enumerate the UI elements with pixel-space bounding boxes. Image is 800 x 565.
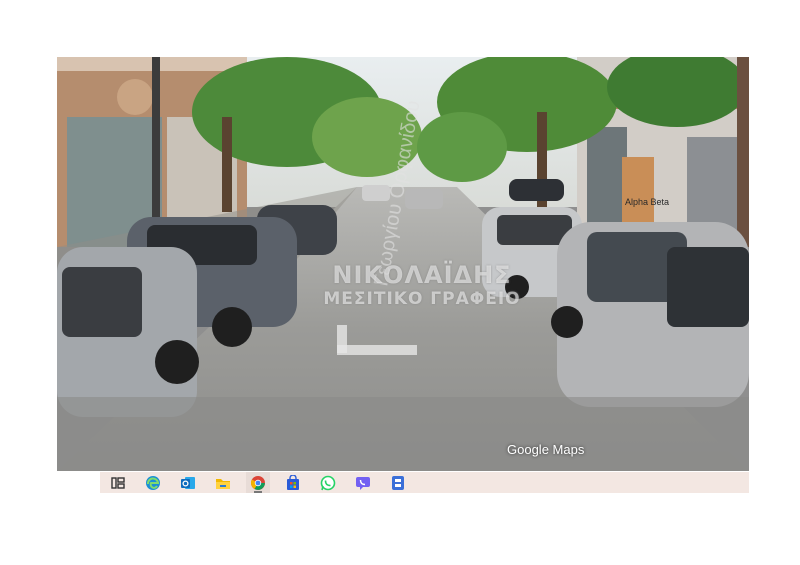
viber-icon <box>356 476 370 490</box>
outlook-button[interactable] <box>176 472 200 493</box>
viber-button[interactable] <box>351 472 375 493</box>
taskbar <box>100 472 749 493</box>
file-explorer-button[interactable] <box>211 472 235 493</box>
shop-sign: Alpha Beta <box>625 197 669 207</box>
app-icon <box>392 475 404 490</box>
edge-button[interactable] <box>141 472 165 493</box>
chrome-icon <box>250 475 265 490</box>
whatsapp-icon <box>320 475 336 490</box>
chrome-button[interactable] <box>246 472 270 493</box>
store-icon <box>287 474 299 490</box>
google-maps-attribution: Google Maps <box>507 442 585 457</box>
edge-icon <box>146 475 160 490</box>
watermark-title: ΝΙΚΟΛΑΪΔΗΣ <box>332 261 512 289</box>
task-view-icon <box>111 476 125 489</box>
outlook-icon <box>181 476 195 489</box>
task-view-button[interactable] <box>106 472 130 493</box>
street-view-image[interactable]: Γεωργίου Ορφανίδου Alpha Beta ΝΙΚΟΛΑΪΔΗΣ… <box>57 57 749 471</box>
app-button[interactable] <box>386 472 410 493</box>
store-button[interactable] <box>281 472 305 493</box>
folder-icon <box>216 478 230 489</box>
watermark-subtitle: ΜΕΣΙΤΙΚΟ ΓΡΑΦΕΙΟ <box>323 289 521 309</box>
whatsapp-button[interactable] <box>316 472 340 493</box>
agency-watermark: ΝΙΚΟΛΑΪΔΗΣ ΜΕΣΙΤΙΚΟ ΓΡΑΦΕΙΟ <box>272 262 572 310</box>
